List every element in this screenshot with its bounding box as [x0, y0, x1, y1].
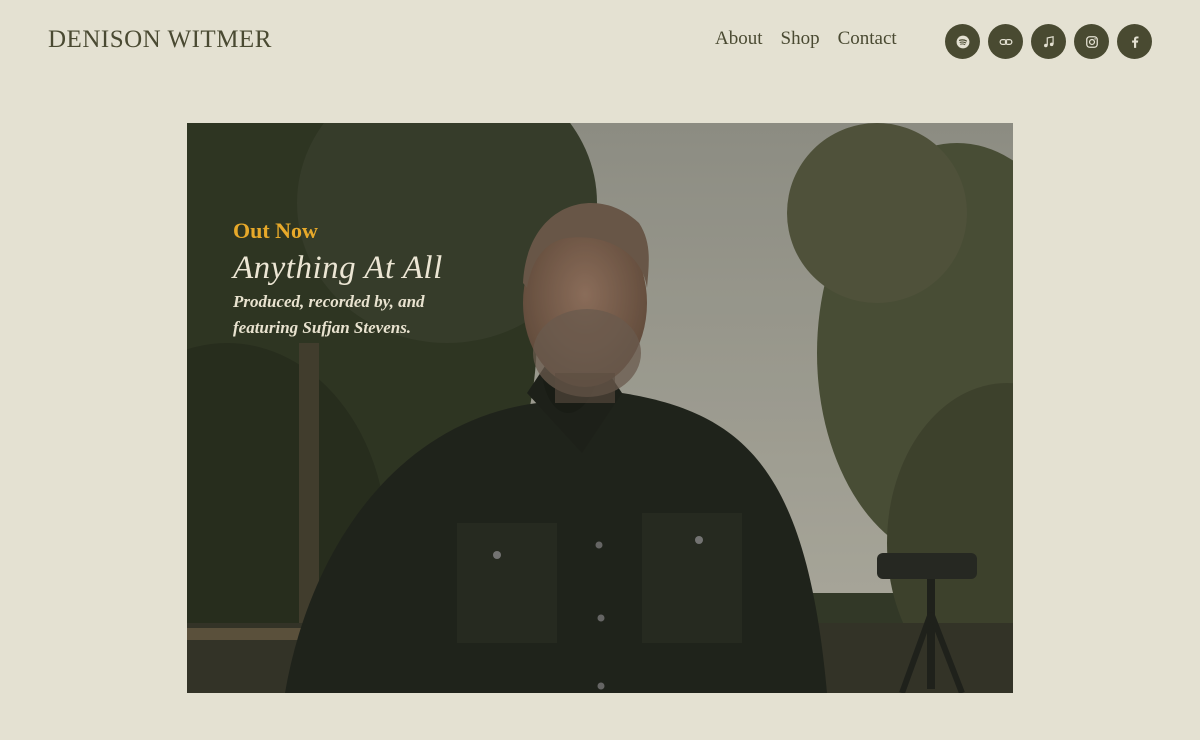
facebook-icon [1131, 35, 1138, 48]
music-note-icon [1043, 35, 1054, 47]
nav-about[interactable]: About [715, 28, 763, 50]
instagram-link[interactable] [1074, 24, 1109, 59]
spotify-icon [956, 35, 969, 48]
main-nav: About Shop Contact [715, 28, 897, 50]
link-icon [999, 38, 1012, 45]
hero-banner: Out Now Anything At All Produced, record… [187, 123, 1013, 693]
instagram-icon [1085, 35, 1098, 48]
hero-overlay [187, 123, 1013, 693]
nav-contact[interactable]: Contact [838, 28, 897, 50]
hero-title[interactable]: Anything At All [233, 250, 493, 287]
website-link[interactable] [988, 24, 1023, 59]
hero-eyebrow: Out Now [233, 218, 318, 243]
hero-subtitle: Produced, recorded by, and featuring Suf… [233, 292, 425, 337]
social-links [945, 24, 1152, 59]
spotify-link[interactable] [945, 24, 980, 59]
music-link[interactable] [1031, 24, 1066, 59]
hero-text: Out Now Anything At All Produced, record… [233, 218, 493, 341]
site-title[interactable]: DENISON WITMER [48, 26, 272, 54]
facebook-link[interactable] [1117, 24, 1152, 59]
nav-shop[interactable]: Shop [781, 28, 820, 50]
